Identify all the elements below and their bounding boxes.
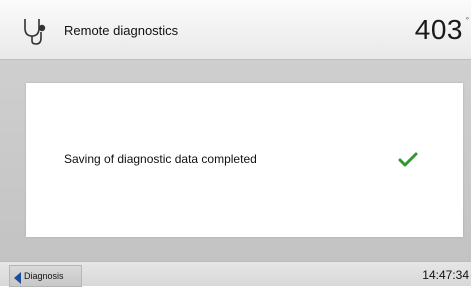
- status-message: Saving of diagnostic data completed: [64, 152, 257, 166]
- checkmark-icon: [398, 152, 418, 168]
- back-button[interactable]: Diagnosis: [9, 265, 82, 287]
- clock: 14:47:34: [422, 268, 469, 282]
- back-button-label: Diagnosis: [24, 271, 64, 281]
- stethoscope-icon: [22, 16, 48, 46]
- page-title: Remote diagnostics: [64, 23, 179, 38]
- footer-bar: Diagnosis 14:47:34: [0, 261, 471, 287]
- temperature-unit: °: [465, 16, 469, 25]
- back-arrow-icon: [14, 271, 22, 284]
- header-bar: Remote diagnostics 403 °: [0, 0, 471, 60]
- temperature-readout: 403: [414, 14, 463, 45]
- message-card: Saving of diagnostic data completed: [26, 83, 463, 237]
